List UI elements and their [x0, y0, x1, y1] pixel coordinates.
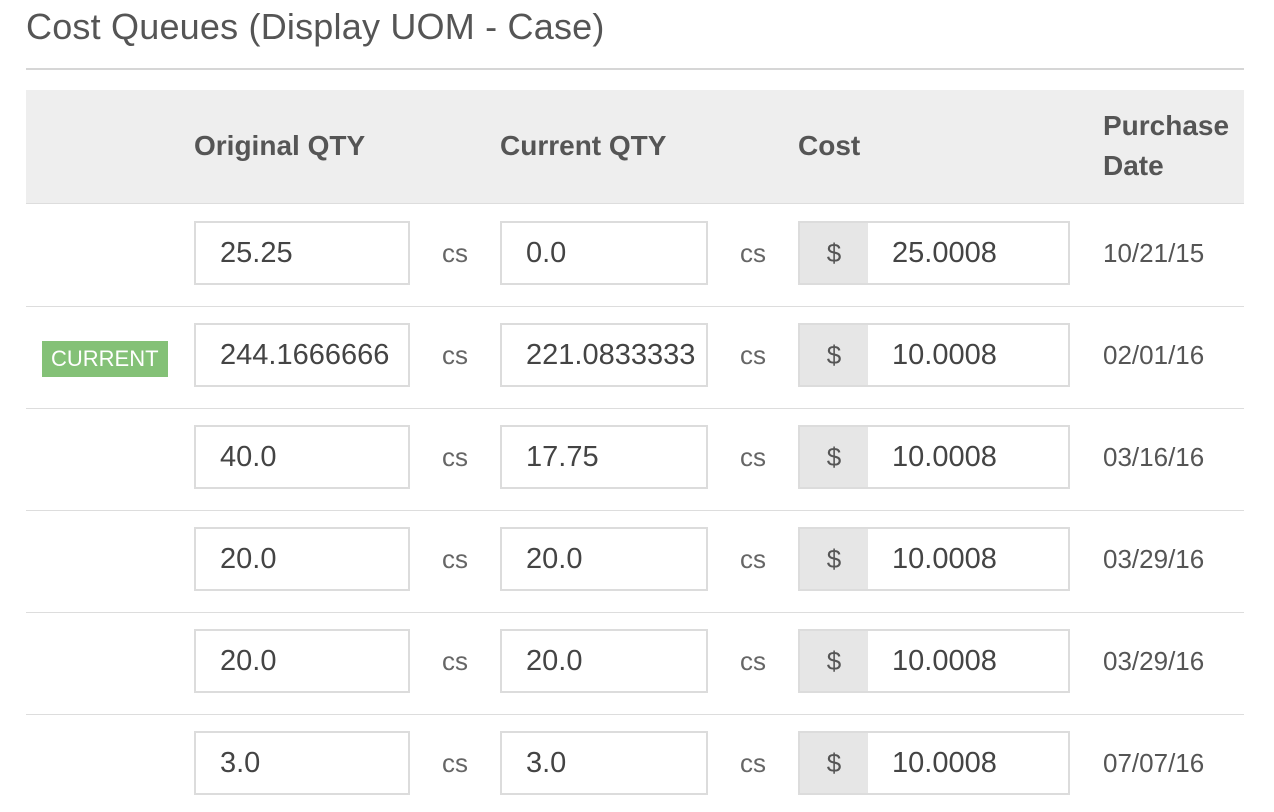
cost-input[interactable]	[868, 427, 1068, 487]
table-row: cs cs $ 03/16/16	[26, 408, 1244, 511]
current-qty-input[interactable]	[500, 323, 708, 387]
purchase-date: 10/21/15	[1103, 238, 1205, 268]
uom-label: cs	[442, 748, 468, 778]
uom-label: cs	[442, 340, 468, 370]
uom-label: cs	[740, 238, 766, 268]
cost-input[interactable]	[868, 223, 1068, 283]
cost-queues-panel: Cost Queues (Display UOM - Case) Origina…	[0, 0, 1274, 812]
cost-input-group: $	[798, 629, 1070, 693]
cost-input-group: $	[798, 527, 1070, 591]
table-row: CURRENT cs cs $ 02/01/16	[26, 306, 1244, 409]
table-row: cs cs $ 03/29/16	[26, 510, 1244, 613]
currency-addon: $	[800, 325, 868, 385]
cost-input-group: $	[798, 731, 1070, 795]
cost-input-group: $	[798, 323, 1070, 387]
table-header: Original QTY Current QTY Cost Purchase D…	[26, 90, 1244, 204]
cost-input[interactable]	[868, 529, 1068, 589]
cost-input-group: $	[798, 221, 1070, 285]
title-divider	[26, 68, 1244, 70]
original-qty-input[interactable]	[194, 731, 410, 795]
current-badge: CURRENT	[42, 341, 168, 377]
uom-label: cs	[740, 748, 766, 778]
current-qty-input[interactable]	[500, 629, 708, 693]
original-qty-input[interactable]	[194, 221, 410, 285]
column-header-purchase-date-line2: Date	[1103, 150, 1164, 181]
currency-addon: $	[800, 733, 868, 793]
currency-addon: $	[800, 223, 868, 283]
currency-addon: $	[800, 427, 868, 487]
current-qty-input[interactable]	[500, 731, 708, 795]
purchase-date: 03/16/16	[1103, 442, 1205, 472]
cost-input[interactable]	[868, 325, 1068, 385]
current-qty-input[interactable]	[500, 527, 708, 591]
uom-label: cs	[740, 544, 766, 574]
currency-addon: $	[800, 529, 868, 589]
purchase-date: 03/29/16	[1103, 544, 1205, 574]
purchase-date: 07/07/16	[1103, 748, 1205, 778]
current-qty-input[interactable]	[500, 221, 708, 285]
uom-label: cs	[740, 340, 766, 370]
column-header-original-qty: Original QTY	[194, 130, 366, 161]
currency-addon: $	[800, 631, 868, 691]
original-qty-input[interactable]	[194, 527, 410, 591]
cost-input[interactable]	[868, 733, 1068, 793]
cost-input-group: $	[798, 425, 1070, 489]
original-qty-input[interactable]	[194, 425, 410, 489]
column-header-cost: Cost	[798, 130, 861, 161]
uom-label: cs	[740, 646, 766, 676]
cost-input[interactable]	[868, 631, 1068, 691]
purchase-date: 02/01/16	[1103, 340, 1205, 370]
uom-label: cs	[442, 544, 468, 574]
column-header-current-qty: Current QTY	[500, 130, 667, 161]
uom-label: cs	[442, 442, 468, 472]
table-row: cs cs $ 03/29/16	[26, 612, 1244, 715]
purchase-date: 03/29/16	[1103, 646, 1205, 676]
uom-label: cs	[442, 238, 468, 268]
uom-label: cs	[740, 442, 766, 472]
column-header-purchase-date: Purchase Date	[1103, 106, 1229, 186]
page-title: Cost Queues (Display UOM - Case)	[26, 6, 605, 47]
table-row: cs cs $ 07/07/16	[26, 714, 1244, 812]
uom-label: cs	[442, 646, 468, 676]
original-qty-input[interactable]	[194, 629, 410, 693]
original-qty-input[interactable]	[194, 323, 410, 387]
current-qty-input[interactable]	[500, 425, 708, 489]
column-header-purchase-date-line1: Purchase	[1103, 110, 1230, 141]
table-row: cs cs $ 10/21/15	[26, 204, 1244, 307]
